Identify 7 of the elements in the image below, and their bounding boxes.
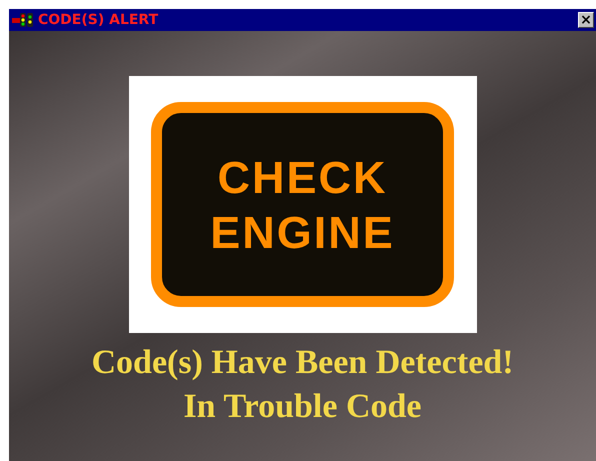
alert-message: Code(s) Have Been Detected! xyxy=(91,343,514,383)
window-title: CODE(S) ALERT xyxy=(38,13,158,27)
sign-text: CHECK xyxy=(217,154,388,200)
app-icon xyxy=(11,11,35,29)
close-button[interactable]: × xyxy=(578,12,594,28)
sign-text: ENGINE xyxy=(210,210,395,254)
alert-message: In Trouble Code xyxy=(182,387,423,428)
